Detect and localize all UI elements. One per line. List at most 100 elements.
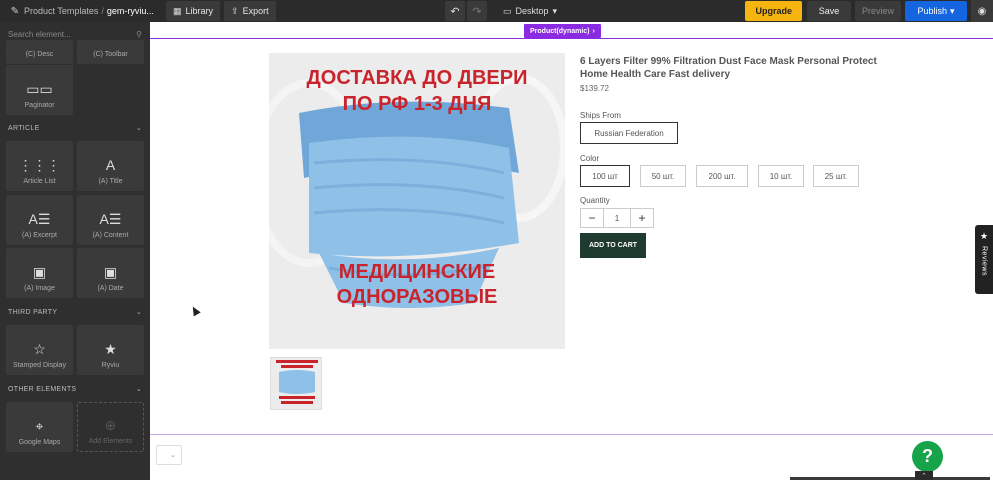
plus-icon[interactable]: + bbox=[631, 209, 653, 227]
tile-a-title[interactable]: A (A) Title bbox=[77, 141, 144, 191]
product-dynamic-tag[interactable]: Product(dynamic) › bbox=[524, 24, 601, 38]
tile-paginator[interactable]: ▭▭ Paginator bbox=[6, 65, 73, 115]
tile-label: Paginator bbox=[24, 102, 55, 109]
breadcrumb-separator: / bbox=[101, 6, 104, 16]
selection-line-top bbox=[150, 38, 993, 39]
tile-c-desc[interactable]: (C) Desc bbox=[6, 40, 73, 64]
undo-redo-group: ↶ ↷ bbox=[445, 1, 487, 21]
star-icon: ★ bbox=[104, 341, 117, 357]
section-title: THIRD PARTY bbox=[8, 308, 58, 316]
tile-label: Google Maps bbox=[18, 439, 61, 446]
redo-icon[interactable]: ↷ bbox=[467, 1, 487, 21]
add-to-cart-button[interactable]: ADD TO CART bbox=[580, 233, 646, 258]
star-outline-icon: ☆ bbox=[33, 341, 46, 357]
text-a-icon: A bbox=[105, 157, 116, 173]
paginator-icon: ▭▭ bbox=[26, 81, 53, 97]
export-icon: ⇪ bbox=[231, 5, 239, 16]
small-dropdown[interactable]: ⌄ bbox=[156, 445, 182, 465]
color-option[interactable]: 50 шт. bbox=[640, 165, 686, 187]
tile-label: Add Elements bbox=[88, 438, 133, 445]
tile-a-image[interactable]: ▣ (A) Image bbox=[6, 248, 73, 298]
text-lines-icon: A☰ bbox=[99, 211, 122, 227]
tile-label: (C) Desc bbox=[25, 51, 54, 58]
section-third-party[interactable]: THIRD PARTY ⌄ bbox=[8, 308, 142, 317]
chevron-down-icon: ⌄ bbox=[170, 452, 176, 459]
product-main-image[interactable]: ДОСТАВКА ДО ДВЕРИ ПО РФ 1-3 ДНЯ МЕДИЦИНС… bbox=[269, 53, 565, 349]
save-button[interactable]: Save bbox=[807, 1, 851, 21]
tile-label: (A) Date bbox=[97, 285, 124, 292]
color-option[interactable]: 25 шт. bbox=[813, 165, 859, 187]
tile-label: Stamped Display bbox=[13, 362, 66, 369]
product-tag-label: Product(dynamic) bbox=[530, 27, 590, 35]
tile-ryviu[interactable]: ★ Ryviu bbox=[77, 325, 144, 375]
section-title: OTHER ELEMENTS bbox=[8, 385, 77, 393]
section-other-elements[interactable]: OTHER ELEMENTS ⌄ bbox=[8, 385, 142, 394]
search-input[interactable]: Search element... bbox=[8, 30, 71, 39]
selection-line-bottom bbox=[150, 434, 993, 435]
tile-label: (A) Content bbox=[92, 232, 129, 239]
breadcrumb-root[interactable]: Product Templates bbox=[24, 6, 98, 16]
quantity-input[interactable]: 1 bbox=[603, 209, 631, 227]
publish-button[interactable]: Publish ▾ bbox=[905, 1, 967, 21]
device-selector[interactable]: ▭ Desktop ▾ bbox=[497, 1, 563, 21]
tile-a-content[interactable]: A☰ (A) Content bbox=[77, 195, 144, 245]
image-text-line-4: ОДНОРАЗОВЫЕ bbox=[336, 286, 498, 308]
tile-a-excerpt[interactable]: A☰ (A) Excerpt bbox=[6, 195, 73, 245]
tile-label: (A) Image bbox=[24, 285, 55, 292]
image-text-line-1: ДОСТАВКА ДО ДВЕРИ bbox=[306, 67, 528, 89]
tile-label: (A) Excerpt bbox=[21, 232, 57, 239]
quantity-stepper: − 1 + bbox=[580, 208, 654, 228]
breadcrumb: Product Templates / gem-ryviu... bbox=[24, 6, 162, 16]
chevron-down-icon: ⌄ bbox=[135, 125, 142, 132]
chevron-down-icon: ▾ bbox=[950, 5, 955, 16]
toolbar-actions: Upgrade Save Preview Publish ▾ ◉ bbox=[745, 0, 993, 22]
tile-label: (C) Toolbar bbox=[93, 51, 128, 58]
color-option[interactable]: 200 шт. bbox=[696, 165, 748, 187]
publish-label: Publish bbox=[917, 6, 947, 16]
tile-a-date[interactable]: ▣ (A) Date bbox=[77, 248, 144, 298]
tile-label: Ryviu bbox=[101, 362, 120, 369]
library-grid-icon: ▦ bbox=[173, 5, 182, 16]
tile-add-elements[interactable]: ⊕ Add Elements bbox=[77, 402, 144, 452]
ships-from-label: Ships From bbox=[580, 111, 621, 120]
tile-c-toolbar[interactable]: (C) Toolbar bbox=[77, 40, 144, 64]
product-price: $139.72 bbox=[580, 84, 609, 93]
brush-logo-icon[interactable]: ✎ bbox=[6, 0, 24, 22]
section-article[interactable]: ARTICLE ⌄ bbox=[8, 124, 142, 133]
tile-label: (A) Title bbox=[98, 178, 123, 185]
preview-button[interactable]: Preview bbox=[855, 1, 901, 21]
color-option[interactable]: 100 шт bbox=[580, 165, 630, 187]
chevron-down-icon: ⌄ bbox=[135, 309, 142, 316]
library-button[interactable]: ▦ Library bbox=[166, 1, 221, 21]
image-text-line-2: ПО РФ 1-3 ДНЯ bbox=[342, 93, 492, 115]
export-button[interactable]: ⇪ Export bbox=[224, 1, 276, 21]
color-option[interactable]: 10 шт. bbox=[758, 165, 804, 187]
chevron-down-icon: ▾ bbox=[552, 5, 558, 16]
breadcrumb-current[interactable]: gem-ryviu... bbox=[107, 6, 154, 16]
chevron-up-icon[interactable]: ⌃ bbox=[915, 471, 933, 480]
eye-icon[interactable]: ◉ bbox=[971, 0, 993, 22]
section-title: ARTICLE bbox=[8, 124, 40, 132]
product-title[interactable]: 6 Layers Filter 99% Filtration Dust Face… bbox=[580, 55, 880, 81]
export-label: Export bbox=[242, 6, 269, 16]
search-icon: ⚲ bbox=[136, 29, 142, 39]
map-icon: ⌖ bbox=[35, 418, 44, 434]
help-button[interactable]: ? bbox=[912, 441, 943, 472]
chevron-right-icon: › bbox=[592, 27, 595, 35]
image-icon: ▣ bbox=[32, 264, 47, 280]
plus-circle-icon: ⊕ bbox=[104, 417, 117, 433]
image-text-line-3: МЕДИЦИНСКИЕ bbox=[338, 261, 496, 283]
grid-dots-icon: ⋮⋮⋮ bbox=[18, 157, 61, 173]
undo-icon[interactable]: ↶ bbox=[445, 1, 465, 21]
upgrade-button[interactable]: Upgrade bbox=[745, 1, 802, 21]
reviews-side-tab[interactable]: ★ Reviews bbox=[975, 225, 993, 294]
top-toolbar: ✎ Product Templates / gem-ryviu... ▦ Lib… bbox=[0, 0, 993, 22]
tile-article-list[interactable]: ⋮⋮⋮ Article List bbox=[6, 141, 73, 191]
product-thumbnail[interactable] bbox=[270, 357, 322, 410]
ships-from-option[interactable]: Russian Federation bbox=[580, 122, 678, 144]
library-label: Library bbox=[185, 6, 214, 16]
minus-icon[interactable]: − bbox=[581, 209, 603, 227]
reviews-tab-label: Reviews bbox=[980, 246, 988, 276]
tile-stamped-display[interactable]: ☆ Stamped Display bbox=[6, 325, 73, 375]
tile-google-maps[interactable]: ⌖ Google Maps bbox=[6, 402, 73, 452]
